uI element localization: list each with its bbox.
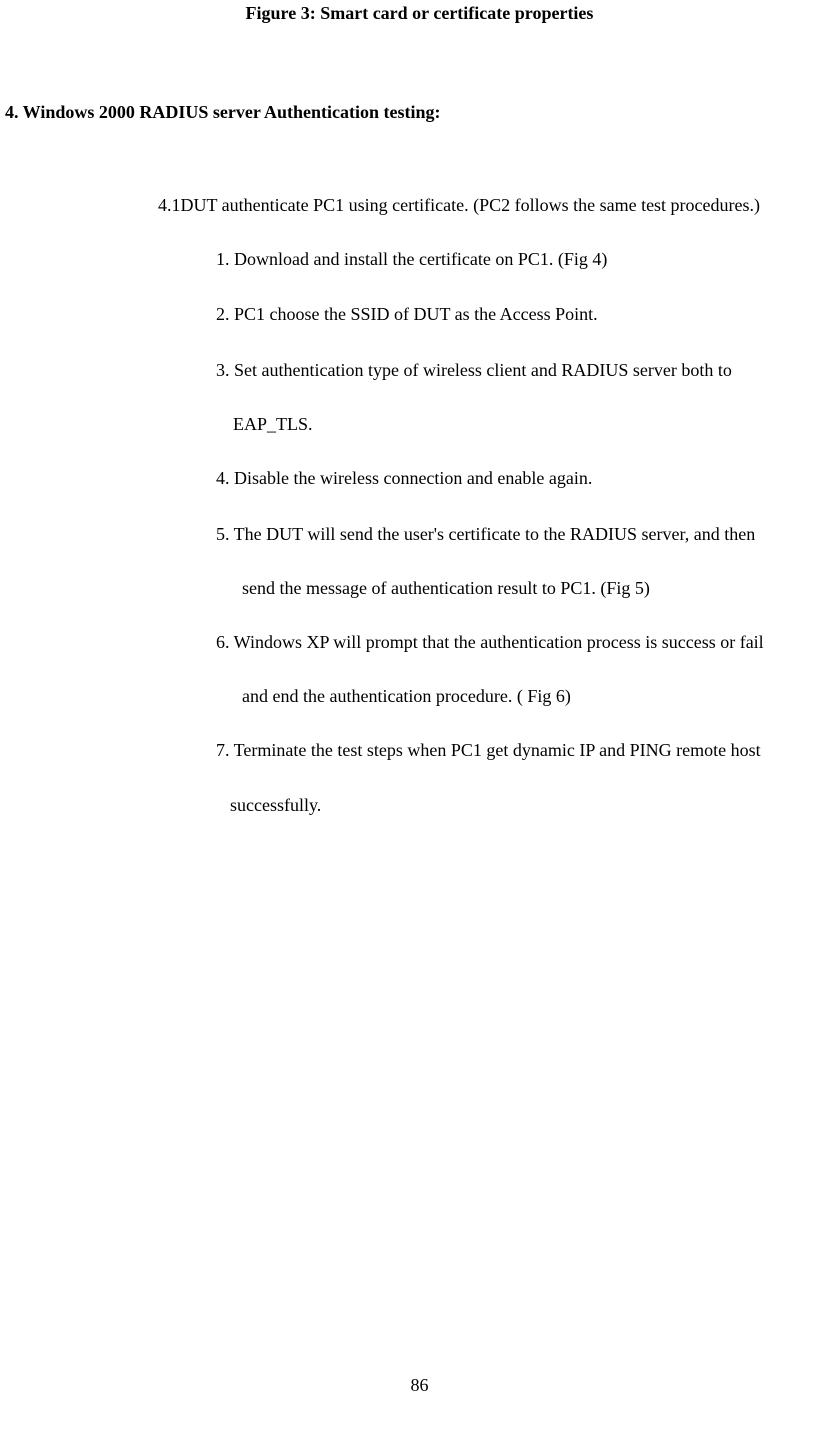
step-7: 7. Terminate the test steps when PC1 get… [216,739,839,762]
step-4: 4. Disable the wireless connection and e… [216,467,839,490]
section-heading: 4. Windows 2000 RADIUS server Authentica… [5,102,839,123]
content-block: 4.1DUT authenticate PC1 using certificat… [158,195,839,816]
step-6: 6. Windows XP will prompt that the authe… [216,631,839,654]
step-2: 2. PC1 choose the SSID of DUT as the Acc… [216,303,839,326]
figure-caption: Figure 3: Smart card or certificate prop… [0,3,839,24]
intro-text: 4.1DUT authenticate PC1 using certificat… [158,195,839,216]
step-1: 1. Download and install the certificate … [216,248,839,271]
step-7-cont: successfully. [230,795,839,816]
step-3: 3. Set authentication type of wireless c… [216,359,839,382]
page-number: 86 [0,1375,839,1396]
step-3-cont: EAP_TLS. [233,414,839,435]
step-5-cont: send the message of authentication resul… [242,578,839,599]
step-5: 5. The DUT will send the user's certific… [216,523,839,546]
step-6-cont: and end the authentication procedure. ( … [242,686,839,707]
